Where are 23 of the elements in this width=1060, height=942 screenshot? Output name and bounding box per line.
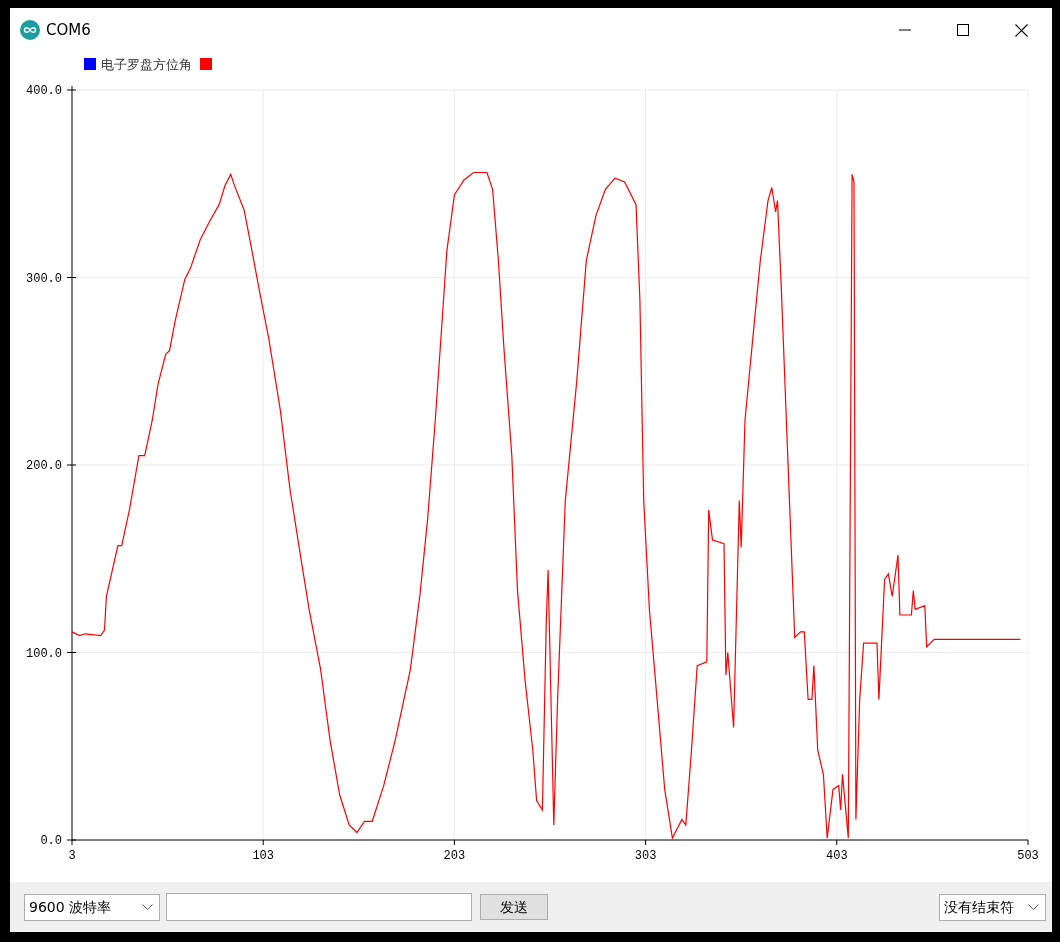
x-tick-label: 503 (1017, 849, 1039, 863)
x-tick-label: 303 (634, 849, 657, 863)
maximize-icon (957, 24, 969, 36)
x-tick-label: 3 (68, 849, 76, 863)
y-tick-label: 400.0 (26, 84, 62, 98)
y-tick-label: 200.0 (26, 459, 62, 473)
y-tick-label: 300.0 (26, 271, 62, 286)
legend-label: 电子罗盘方位角 (101, 57, 192, 72)
baud-rate-dropdown[interactable]: 9600 波特率 (24, 893, 160, 921)
message-input-field[interactable] (166, 893, 472, 921)
chevron-icon (142, 903, 153, 911)
chevron-icon (1028, 903, 1039, 911)
minimize-icon (899, 29, 911, 31)
send-button[interactable]: 发送 (480, 894, 548, 920)
x-tick-label: 103 (252, 849, 274, 863)
x-tick-label: 203 (443, 849, 466, 863)
app-logo-icon (20, 20, 40, 40)
x-tick-label: 403 (826, 849, 848, 863)
y-tick-label: 0.0 (40, 834, 62, 848)
line-ending-dropdown[interactable]: 没有结束符 (939, 893, 1046, 921)
window-title: COM6 (46, 19, 91, 41)
y-tick-label: 100.0 (26, 646, 62, 661)
close-icon (1014, 23, 1028, 37)
